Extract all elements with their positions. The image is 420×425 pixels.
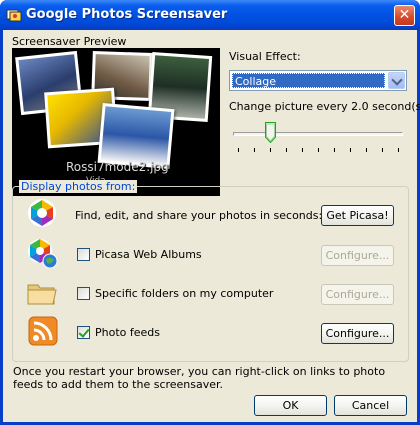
slider-tick	[302, 148, 303, 152]
dialog-window: Google Photos Screensaver ✕ Screensaver …	[0, 0, 420, 425]
slider-tick	[398, 148, 399, 152]
photo-feeds-checkbox[interactable]	[77, 326, 90, 339]
interval-slider-track[interactable]	[233, 132, 403, 136]
group-title: Display photos from:	[19, 180, 138, 193]
picasa-web-albums-icon	[28, 239, 58, 269]
picasa-icon	[28, 199, 56, 227]
slider-tick	[286, 148, 287, 152]
ok-button[interactable]: OK	[254, 395, 327, 416]
close-button[interactable]: ✕	[394, 5, 415, 26]
visual-effect-select[interactable]: Collage	[229, 70, 407, 91]
slider-tick	[334, 148, 335, 152]
slider-tick	[254, 148, 255, 152]
dialog-body: Screensaver Preview Rossi7mode2.jpg Vida…	[3, 30, 420, 422]
app-icon	[6, 9, 22, 22]
slider-tick	[366, 148, 367, 152]
get-picasa-text: Find, edit, and share your photos in sec…	[75, 209, 323, 222]
slider-tick	[270, 148, 271, 152]
photo-feeds-label: Photo feeds	[95, 326, 160, 339]
visual-effect-label: Visual Effect:	[229, 50, 301, 63]
slider-tick	[318, 148, 319, 152]
title-bar[interactable]: Google Photos Screensaver ✕	[0, 0, 420, 30]
picasa-web-albums-label: Picasa Web Albums	[95, 248, 202, 261]
get-picasa-button[interactable]: Get Picasa!	[321, 205, 394, 226]
specific-folders-checkbox[interactable]	[77, 287, 90, 300]
rss-feed-icon	[28, 316, 58, 346]
close-icon: ✕	[398, 7, 411, 23]
picasa-web-albums-configure-button[interactable]: Configure...	[321, 245, 394, 266]
screensaver-preview: Rossi7mode2.jpg Vida ... ...	[12, 48, 220, 196]
picasa-web-albums-checkbox[interactable]	[77, 248, 90, 261]
slider-tick	[350, 148, 351, 152]
restart-note: Once you restart your browser, you can r…	[13, 365, 386, 391]
preview-label: Screensaver Preview	[12, 35, 127, 48]
slider-tick	[382, 148, 383, 152]
photo-feeds-configure-button[interactable]: Configure...	[321, 323, 394, 344]
cancel-button[interactable]: Cancel	[334, 395, 407, 416]
interval-label: Change picture every 2.0 second(s):	[229, 100, 420, 113]
specific-folders-configure-button[interactable]: Configure...	[321, 284, 394, 305]
folder-icon	[27, 284, 57, 305]
chevron-down-icon[interactable]	[388, 72, 405, 89]
preview-caption: Rossi7mode2.jpg	[66, 160, 169, 174]
slider-tick	[238, 148, 239, 152]
interval-slider-thumb[interactable]	[265, 122, 276, 143]
specific-folders-label: Specific folders on my computer	[95, 287, 274, 300]
visual-effect-value: Collage	[232, 73, 385, 88]
window-title: Google Photos Screensaver	[26, 7, 228, 22]
